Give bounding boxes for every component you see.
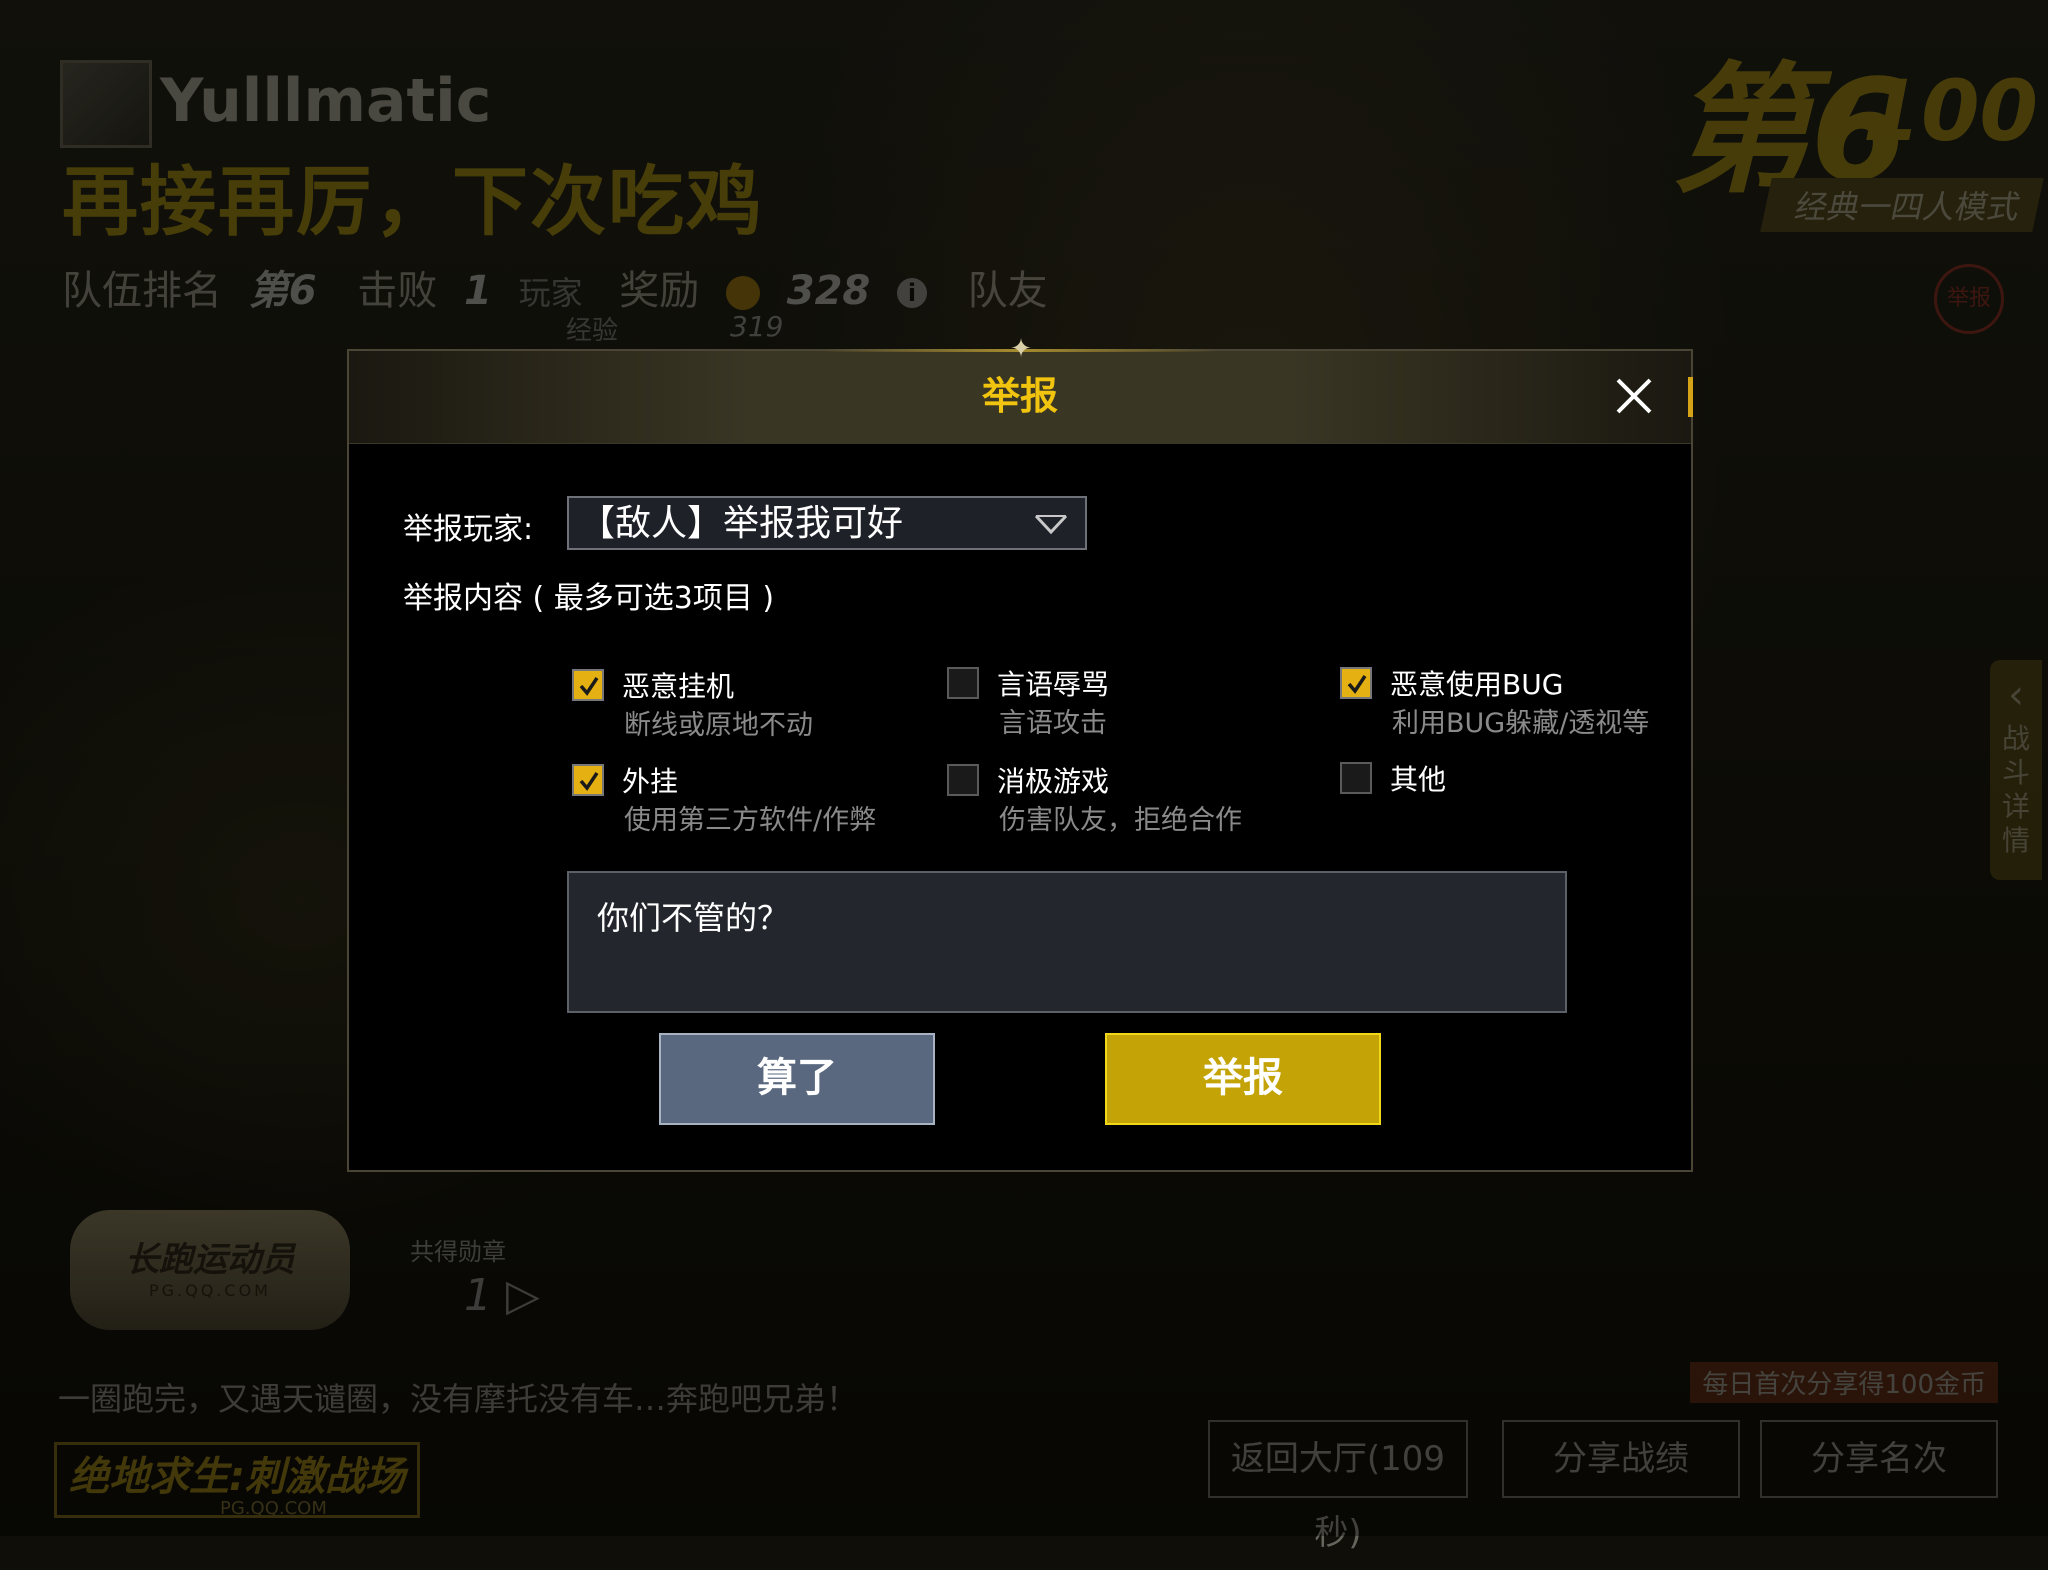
close-button[interactable] (1609, 371, 1659, 421)
option-title: 其他 (1390, 763, 1447, 796)
player-select-value: 【敌人】举报我可好 (579, 503, 904, 544)
player-select[interactable]: 【敌人】举报我可好 (567, 496, 1087, 550)
report-content-label: 举报内容 ( 最多可选3项目 ) (403, 581, 775, 616)
cancel-button[interactable]: 算了 (659, 1033, 935, 1125)
checkmark-icon (579, 677, 599, 696)
option-description: 使用第三方软件/作弊 (624, 805, 877, 836)
checkbox[interactable] (1340, 667, 1372, 699)
option-description: 言语攻击 (999, 708, 1107, 739)
report-submit-button[interactable]: 举报 (1105, 1033, 1381, 1125)
header-accent (1688, 377, 1693, 417)
checkbox[interactable] (572, 764, 604, 796)
option-description: 断线或原地不动 (624, 710, 813, 741)
checkmark-icon (1347, 675, 1367, 694)
dialog-title: 举报 (981, 374, 1058, 418)
option-title: 消极游戏 (997, 765, 1110, 798)
option-description: 伤害队友，拒绝合作 (999, 805, 1242, 836)
option-title: 言语辱骂 (997, 668, 1110, 701)
report-text-value: 你们不管的？ (597, 899, 790, 937)
checkbox[interactable] (572, 669, 604, 701)
option-title: 外挂 (622, 765, 679, 798)
option-description: 利用BUG躲藏/透视等 (1392, 708, 1650, 739)
dialog-header: ✦ 举报 (349, 335, 1693, 444)
checkmark-icon (579, 772, 599, 791)
report-text-input[interactable]: 你们不管的？ (567, 871, 1567, 1013)
chevron-down-icon (1034, 514, 1068, 535)
checkbox[interactable] (947, 667, 979, 699)
option-title: 恶意使用BUG (1390, 668, 1564, 701)
close-icon (1616, 378, 1652, 414)
option-title: 恶意挂机 (622, 670, 735, 703)
report-dialog: ✦ 举报 举报玩家: 【敌人】举报我可好 举报内容 ( 最多可选3项目 ) 恶意… (347, 335, 1693, 1172)
checkbox[interactable] (1340, 762, 1372, 794)
report-player-label: 举报玩家: (403, 512, 534, 547)
checkbox[interactable] (947, 764, 979, 796)
